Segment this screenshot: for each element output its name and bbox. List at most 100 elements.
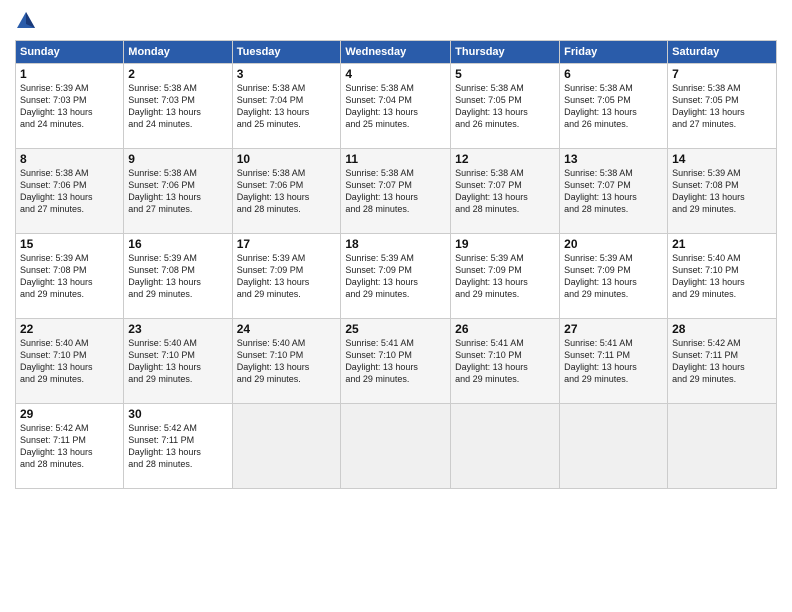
- weekday-header-wednesday: Wednesday: [341, 41, 451, 64]
- day-number: 14: [672, 152, 772, 166]
- day-cell: 25Sunrise: 5:41 AM Sunset: 7:10 PM Dayli…: [341, 319, 451, 404]
- day-cell: 2Sunrise: 5:38 AM Sunset: 7:03 PM Daylig…: [124, 64, 232, 149]
- day-cell: [341, 404, 451, 489]
- day-number: 10: [237, 152, 337, 166]
- day-number: 17: [237, 237, 337, 251]
- day-info: Sunrise: 5:39 AM Sunset: 7:08 PM Dayligh…: [128, 252, 227, 301]
- day-number: 27: [564, 322, 663, 336]
- day-number: 6: [564, 67, 663, 81]
- day-cell: 3Sunrise: 5:38 AM Sunset: 7:04 PM Daylig…: [232, 64, 341, 149]
- day-info: Sunrise: 5:39 AM Sunset: 7:09 PM Dayligh…: [237, 252, 337, 301]
- weekday-header-sunday: Sunday: [16, 41, 124, 64]
- day-cell: 26Sunrise: 5:41 AM Sunset: 7:10 PM Dayli…: [451, 319, 560, 404]
- weekday-header-row: SundayMondayTuesdayWednesdayThursdayFrid…: [16, 41, 777, 64]
- day-number: 12: [455, 152, 555, 166]
- day-number: 7: [672, 67, 772, 81]
- day-number: 2: [128, 67, 227, 81]
- day-info: Sunrise: 5:38 AM Sunset: 7:03 PM Dayligh…: [128, 82, 227, 131]
- week-row-4: 22Sunrise: 5:40 AM Sunset: 7:10 PM Dayli…: [16, 319, 777, 404]
- day-info: Sunrise: 5:38 AM Sunset: 7:05 PM Dayligh…: [564, 82, 663, 131]
- day-info: Sunrise: 5:39 AM Sunset: 7:09 PM Dayligh…: [564, 252, 663, 301]
- day-number: 9: [128, 152, 227, 166]
- logo: [15, 10, 41, 32]
- day-cell: 30Sunrise: 5:42 AM Sunset: 7:11 PM Dayli…: [124, 404, 232, 489]
- day-info: Sunrise: 5:39 AM Sunset: 7:03 PM Dayligh…: [20, 82, 119, 131]
- day-info: Sunrise: 5:41 AM Sunset: 7:11 PM Dayligh…: [564, 337, 663, 386]
- day-number: 28: [672, 322, 772, 336]
- day-cell: 12Sunrise: 5:38 AM Sunset: 7:07 PM Dayli…: [451, 149, 560, 234]
- day-cell: 8Sunrise: 5:38 AM Sunset: 7:06 PM Daylig…: [16, 149, 124, 234]
- day-cell: 10Sunrise: 5:38 AM Sunset: 7:06 PM Dayli…: [232, 149, 341, 234]
- day-number: 15: [20, 237, 119, 251]
- day-number: 3: [237, 67, 337, 81]
- day-info: Sunrise: 5:38 AM Sunset: 7:06 PM Dayligh…: [20, 167, 119, 216]
- day-info: Sunrise: 5:38 AM Sunset: 7:07 PM Dayligh…: [345, 167, 446, 216]
- day-cell: 4Sunrise: 5:38 AM Sunset: 7:04 PM Daylig…: [341, 64, 451, 149]
- day-info: Sunrise: 5:38 AM Sunset: 7:04 PM Dayligh…: [345, 82, 446, 131]
- day-info: Sunrise: 5:39 AM Sunset: 7:08 PM Dayligh…: [20, 252, 119, 301]
- day-number: 25: [345, 322, 446, 336]
- day-info: Sunrise: 5:38 AM Sunset: 7:06 PM Dayligh…: [128, 167, 227, 216]
- day-info: Sunrise: 5:38 AM Sunset: 7:06 PM Dayligh…: [237, 167, 337, 216]
- week-row-2: 8Sunrise: 5:38 AM Sunset: 7:06 PM Daylig…: [16, 149, 777, 234]
- day-info: Sunrise: 5:40 AM Sunset: 7:10 PM Dayligh…: [128, 337, 227, 386]
- day-cell: [560, 404, 668, 489]
- day-cell: 7Sunrise: 5:38 AM Sunset: 7:05 PM Daylig…: [668, 64, 777, 149]
- day-cell: 23Sunrise: 5:40 AM Sunset: 7:10 PM Dayli…: [124, 319, 232, 404]
- weekday-header-monday: Monday: [124, 41, 232, 64]
- day-number: 19: [455, 237, 555, 251]
- day-cell: 29Sunrise: 5:42 AM Sunset: 7:11 PM Dayli…: [16, 404, 124, 489]
- day-cell: 21Sunrise: 5:40 AM Sunset: 7:10 PM Dayli…: [668, 234, 777, 319]
- day-info: Sunrise: 5:38 AM Sunset: 7:07 PM Dayligh…: [455, 167, 555, 216]
- day-cell: 28Sunrise: 5:42 AM Sunset: 7:11 PM Dayli…: [668, 319, 777, 404]
- day-info: Sunrise: 5:39 AM Sunset: 7:08 PM Dayligh…: [672, 167, 772, 216]
- week-row-5: 29Sunrise: 5:42 AM Sunset: 7:11 PM Dayli…: [16, 404, 777, 489]
- day-number: 20: [564, 237, 663, 251]
- day-info: Sunrise: 5:40 AM Sunset: 7:10 PM Dayligh…: [20, 337, 119, 386]
- calendar: SundayMondayTuesdayWednesdayThursdayFrid…: [15, 40, 777, 489]
- day-info: Sunrise: 5:42 AM Sunset: 7:11 PM Dayligh…: [128, 422, 227, 471]
- day-number: 22: [20, 322, 119, 336]
- weekday-header-thursday: Thursday: [451, 41, 560, 64]
- day-number: 5: [455, 67, 555, 81]
- day-number: 18: [345, 237, 446, 251]
- week-row-1: 1Sunrise: 5:39 AM Sunset: 7:03 PM Daylig…: [16, 64, 777, 149]
- week-row-3: 15Sunrise: 5:39 AM Sunset: 7:08 PM Dayli…: [16, 234, 777, 319]
- day-number: 16: [128, 237, 227, 251]
- weekday-header-friday: Friday: [560, 41, 668, 64]
- day-info: Sunrise: 5:38 AM Sunset: 7:05 PM Dayligh…: [455, 82, 555, 131]
- day-number: 8: [20, 152, 119, 166]
- day-number: 29: [20, 407, 119, 421]
- day-number: 23: [128, 322, 227, 336]
- day-info: Sunrise: 5:39 AM Sunset: 7:09 PM Dayligh…: [345, 252, 446, 301]
- day-cell: 20Sunrise: 5:39 AM Sunset: 7:09 PM Dayli…: [560, 234, 668, 319]
- weekday-header-saturday: Saturday: [668, 41, 777, 64]
- day-info: Sunrise: 5:41 AM Sunset: 7:10 PM Dayligh…: [345, 337, 446, 386]
- day-info: Sunrise: 5:42 AM Sunset: 7:11 PM Dayligh…: [20, 422, 119, 471]
- day-cell: 9Sunrise: 5:38 AM Sunset: 7:06 PM Daylig…: [124, 149, 232, 234]
- header: [15, 10, 777, 32]
- day-info: Sunrise: 5:40 AM Sunset: 7:10 PM Dayligh…: [237, 337, 337, 386]
- day-cell: 17Sunrise: 5:39 AM Sunset: 7:09 PM Dayli…: [232, 234, 341, 319]
- day-number: 24: [237, 322, 337, 336]
- day-cell: 15Sunrise: 5:39 AM Sunset: 7:08 PM Dayli…: [16, 234, 124, 319]
- weekday-header-tuesday: Tuesday: [232, 41, 341, 64]
- day-cell: 5Sunrise: 5:38 AM Sunset: 7:05 PM Daylig…: [451, 64, 560, 149]
- day-cell: 6Sunrise: 5:38 AM Sunset: 7:05 PM Daylig…: [560, 64, 668, 149]
- logo-icon: [15, 10, 37, 32]
- day-info: Sunrise: 5:39 AM Sunset: 7:09 PM Dayligh…: [455, 252, 555, 301]
- day-number: 1: [20, 67, 119, 81]
- day-info: Sunrise: 5:38 AM Sunset: 7:04 PM Dayligh…: [237, 82, 337, 131]
- day-cell: [451, 404, 560, 489]
- day-info: Sunrise: 5:42 AM Sunset: 7:11 PM Dayligh…: [672, 337, 772, 386]
- page: SundayMondayTuesdayWednesdayThursdayFrid…: [0, 0, 792, 612]
- day-cell: 22Sunrise: 5:40 AM Sunset: 7:10 PM Dayli…: [16, 319, 124, 404]
- day-info: Sunrise: 5:40 AM Sunset: 7:10 PM Dayligh…: [672, 252, 772, 301]
- day-cell: 24Sunrise: 5:40 AM Sunset: 7:10 PM Dayli…: [232, 319, 341, 404]
- day-cell: 16Sunrise: 5:39 AM Sunset: 7:08 PM Dayli…: [124, 234, 232, 319]
- day-cell: 27Sunrise: 5:41 AM Sunset: 7:11 PM Dayli…: [560, 319, 668, 404]
- day-cell: 11Sunrise: 5:38 AM Sunset: 7:07 PM Dayli…: [341, 149, 451, 234]
- day-cell: [232, 404, 341, 489]
- day-cell: [668, 404, 777, 489]
- day-info: Sunrise: 5:38 AM Sunset: 7:07 PM Dayligh…: [564, 167, 663, 216]
